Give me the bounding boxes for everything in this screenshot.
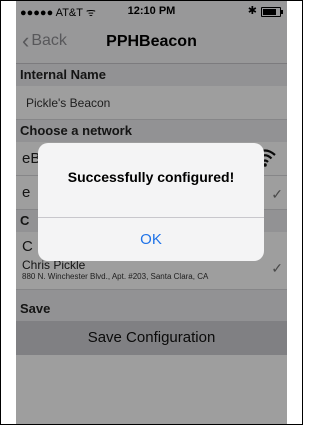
device-frame: ●●●●● AT&T ᯤ 12:10 PM ✱ ‹ Back PPHBeacon…	[0, 0, 303, 425]
app-screen: ●●●●● AT&T ᯤ 12:10 PM ✱ ‹ Back PPHBeacon…	[16, 1, 287, 424]
ok-button[interactable]: OK	[38, 218, 264, 261]
alert-message: Successfully configured!	[67, 169, 235, 185]
success-alert: Successfully configured! OK	[38, 143, 264, 261]
